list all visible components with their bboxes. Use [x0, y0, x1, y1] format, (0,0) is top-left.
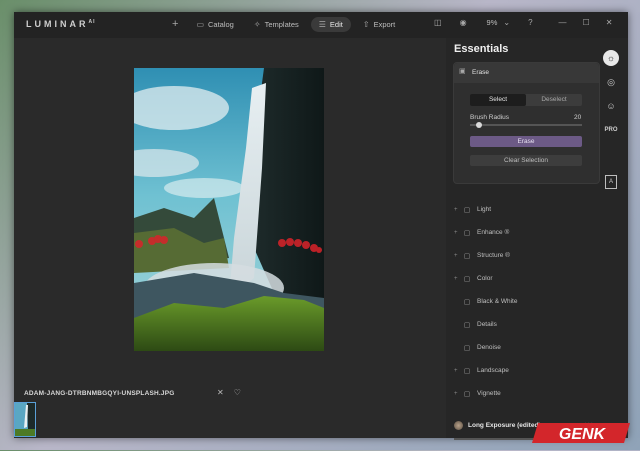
deselect-button[interactable]: Deselect [526, 94, 582, 106]
clear-selection-button[interactable]: Clear Selection [470, 155, 582, 166]
zoom-value[interactable]: 9% [487, 18, 498, 27]
erase-tool: ▣ Erase Select Deselect Brush Radius 20 … [453, 62, 600, 184]
brush-radius-value: 20 [574, 114, 582, 121]
edit-button[interactable]: ☰ Edit [310, 17, 351, 32]
tool-color[interactable]: + ▢ Color [454, 267, 594, 290]
image-canvas[interactable]: ADAM-JANG-DTRBNMBGQYI-UNSPLASH.JPG ✕ ♡ [14, 38, 446, 438]
tool-label: Black & White [477, 298, 518, 305]
compare-icon[interactable]: ◫ [434, 18, 442, 27]
top-bar: LUMINARAI + ▭ Catalog ✧ Templates ☰ Edit… [14, 12, 628, 38]
tool-denoise[interactable]: ▢ Denoise [454, 336, 594, 359]
chevron-down-icon[interactable]: ⌄ [503, 18, 510, 27]
help-icon[interactable]: ? [528, 18, 532, 27]
maximize-icon[interactable]: ☐ [583, 18, 590, 27]
filmstrip-thumbnail[interactable] [14, 402, 36, 437]
brush-radius-slider[interactable] [470, 122, 582, 128]
landscape-icon: ▢ [463, 367, 471, 375]
tool-vignette[interactable]: + ▢ Vignette [454, 382, 594, 405]
layers-icon[interactable]: A [603, 174, 619, 190]
tool-label: Light [477, 206, 492, 213]
preset-name: Long Exposure (edited) [468, 422, 541, 429]
palette-icon[interactable]: ◎ [603, 74, 619, 90]
vignette-icon: ▢ [463, 390, 471, 398]
bw-icon: ▢ [463, 298, 471, 306]
export-button[interactable]: ⇧ Export [355, 17, 403, 32]
tool-label: Vignette [477, 390, 501, 397]
tool-landscape[interactable]: + ▢ Landscape [454, 359, 594, 382]
tool-label: Color [477, 275, 493, 282]
tool-light[interactable]: + ▢ Light [454, 198, 594, 221]
catalog-button[interactable]: ▭ Catalog [188, 17, 241, 32]
tool-label: Landscape [477, 367, 509, 374]
tool-structure[interactable]: + ▢ Structure ® [454, 244, 594, 267]
tool-black-white[interactable]: ▢ Black & White [454, 290, 594, 313]
structure-icon: ▢ [463, 252, 471, 260]
folder-icon: ▭ [196, 19, 204, 29]
tool-label: Structure ® [477, 252, 510, 259]
denoise-icon: ▢ [463, 344, 471, 352]
close-icon[interactable]: ✕ [606, 18, 613, 27]
plus-icon[interactable]: + [172, 19, 178, 30]
details-icon: ▢ [463, 321, 471, 329]
eye-icon[interactable]: ◉ [460, 18, 467, 27]
svg-text:GENK: GENK [559, 426, 607, 443]
panel-title: Essentials [454, 43, 509, 55]
sun-icon: ▢ [463, 206, 471, 214]
tool-details[interactable]: ▢ Details [454, 313, 594, 336]
erase-header[interactable]: ▣ Erase [454, 63, 599, 83]
erase-button[interactable]: Erase [470, 136, 582, 147]
photo-waterfall[interactable] [134, 68, 324, 351]
export-icon: ⇧ [362, 19, 370, 29]
reject-icon[interactable]: ✕ [217, 388, 224, 397]
pro-icon[interactable]: PRO [603, 122, 619, 138]
essentials-panel: Essentials ▣ Erase Select Deselect Brush… [446, 38, 628, 440]
portrait-icon[interactable]: ☺ [603, 98, 619, 114]
panel-sidebar: ☼ ◎ ☺ PRO A [600, 50, 622, 190]
brush-radius-label: Brush Radius [470, 114, 510, 121]
tool-label: Enhance ® [477, 229, 510, 236]
preset-thumbnail-icon [454, 421, 463, 430]
tool-label: Details [477, 321, 497, 328]
slider-knob[interactable] [475, 122, 482, 128]
favorite-icon[interactable]: ♡ [234, 388, 241, 397]
templates-icon: ✧ [253, 19, 261, 29]
tool-enhance[interactable]: + ▢ Enhance ® [454, 221, 594, 244]
erase-icon: ▣ [459, 68, 466, 75]
enhance-icon: ▢ [463, 229, 471, 237]
file-name: ADAM-JANG-DTRBNMBGQYI-UNSPLASH.JPG [24, 390, 175, 397]
select-deselect-toggle: Select Deselect [470, 94, 582, 106]
sliders-icon: ☰ [318, 19, 326, 29]
app-logo: LUMINARAI [26, 19, 96, 29]
tool-list: + ▢ Light + ▢ Enhance ® + ▢ Structure ® + ▢ Color ▢ B… [454, 198, 594, 405]
app-window: LUMINARAI + ▭ Catalog ✧ Templates ☰ Edit… [14, 12, 628, 440]
minimize-icon[interactable]: — [559, 18, 567, 27]
color-icon: ▢ [463, 275, 471, 283]
templates-button[interactable]: ✧ Templates [246, 17, 307, 32]
genk-watermark-logo: GENK [532, 420, 632, 446]
select-button[interactable]: Select [470, 94, 526, 106]
tool-label: Denoise [477, 344, 501, 351]
essentials-icon[interactable]: ☼ [603, 50, 619, 66]
